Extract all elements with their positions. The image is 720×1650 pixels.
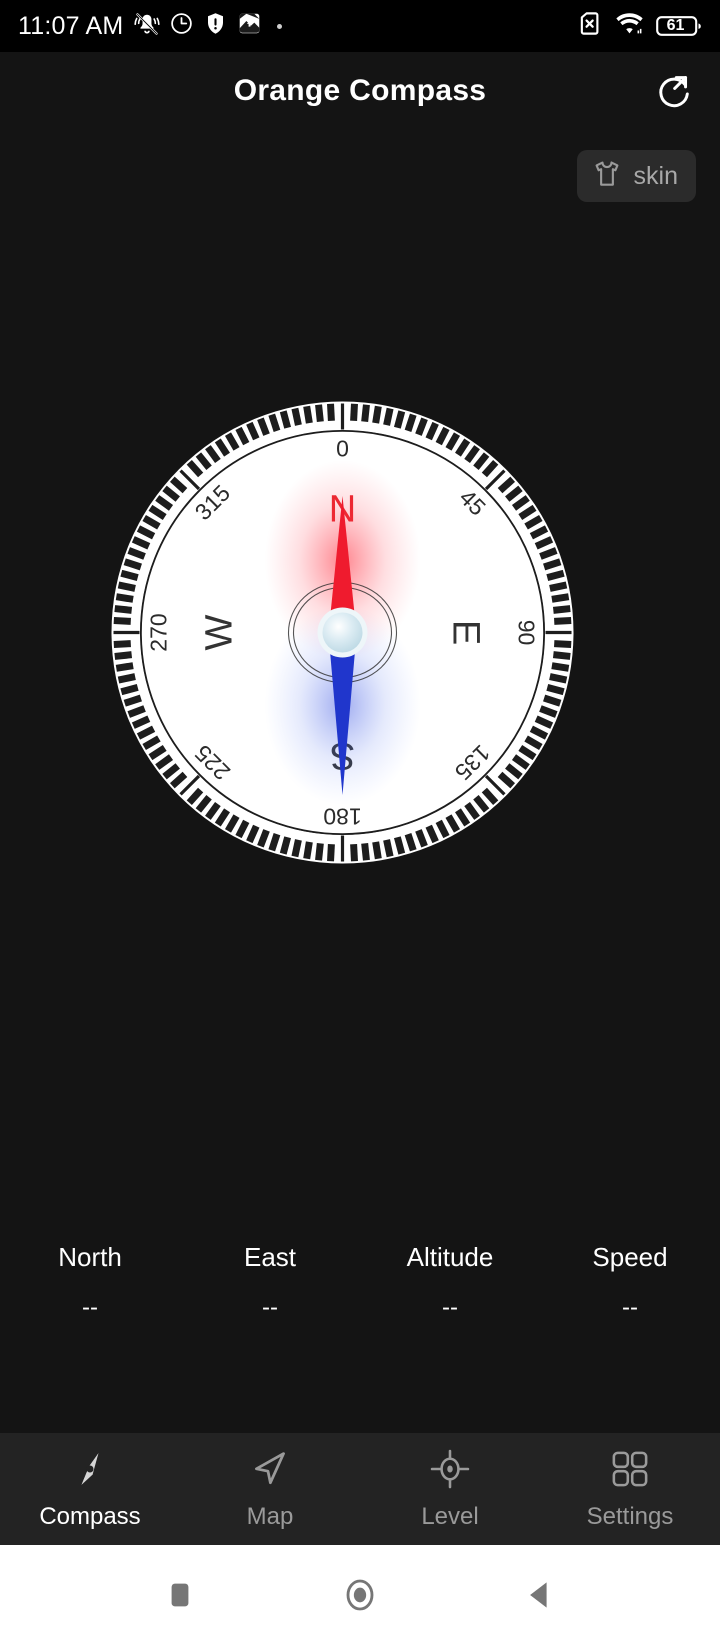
app-header: Orange Compass [0, 52, 720, 134]
degree-label: 180 [323, 804, 361, 830]
security-shield-icon [203, 11, 228, 41]
status-bar-right: 61 [576, 10, 702, 42]
skin-button-label: skin [633, 161, 678, 190]
back-button[interactable] [505, 1563, 575, 1633]
status-bar-clock: 11:07 AM [18, 11, 124, 40]
alarm-clock-icon [169, 11, 194, 41]
readout-value: -- [622, 1294, 638, 1321]
status-bar: 11:07 AM 61 [0, 0, 720, 52]
readout-label: North [58, 1242, 122, 1272]
tshirt-icon [591, 158, 623, 195]
readout-label: East [243, 1242, 297, 1272]
system-navigation-bar [0, 1545, 720, 1650]
compass-needle-icon [68, 1447, 112, 1496]
recents-button[interactable] [145, 1563, 215, 1633]
bottom-navigation: Compass Map Level Settings [0, 1433, 720, 1545]
nav-item-map[interactable]: Map [180, 1447, 360, 1531]
app-notification-icon [237, 11, 262, 41]
degree-label: 270 [146, 613, 172, 651]
home-button[interactable] [325, 1563, 395, 1633]
app-screen: 11:07 AM 61 Orange Compass skin 0 45 90 … [0, 0, 720, 1650]
back-triangle-icon [522, 1577, 558, 1618]
readout-east: East -- [180, 1240, 360, 1322]
page-title: Orange Compass [233, 74, 487, 107]
nav-item-level[interactable]: Level [360, 1447, 540, 1531]
skin-button[interactable]: skin [576, 150, 696, 202]
nav-item-settings[interactable]: Settings [540, 1447, 720, 1531]
readout-value: -- [262, 1294, 278, 1321]
share-button[interactable] [650, 72, 698, 120]
home-circle-icon [340, 1575, 380, 1620]
nav-label: Map [246, 1503, 294, 1530]
battery-level-text: 61 [666, 17, 685, 34]
readouts-row: North -- East -- Altitude -- Speed -- [0, 1240, 720, 1322]
degree-label: 0 [336, 436, 349, 462]
readout-label: Speed [592, 1242, 668, 1272]
nav-label: Settings [586, 1503, 674, 1530]
degree-label: 90 [514, 620, 540, 646]
grid-squares-icon [608, 1447, 652, 1496]
compass-svg: 04590135180225270315 NESW [111, 401, 574, 864]
readout-north: North -- [0, 1240, 180, 1322]
nav-label: Compass [39, 1503, 141, 1530]
vibrate-off-icon [134, 11, 160, 42]
battery-icon: 61 [656, 13, 702, 39]
readout-value: -- [82, 1294, 98, 1321]
status-bar-left: 11:07 AM [18, 11, 283, 42]
more-dot-icon [277, 23, 283, 29]
readout-speed: Speed -- [540, 1240, 720, 1322]
nav-label: Level [421, 1503, 479, 1530]
cardinal-label-e: E [445, 620, 487, 645]
crosshair-level-icon [428, 1447, 472, 1496]
readout-label: Altitude [406, 1242, 494, 1272]
compass-dial[interactable]: 04590135180225270315 NESW [110, 400, 575, 865]
share-rotate-icon [653, 73, 695, 120]
no-sim-icon [576, 10, 603, 42]
navigation-arrow-icon [248, 1447, 292, 1496]
needle-cap [322, 612, 363, 653]
readout-altitude: Altitude -- [360, 1240, 540, 1322]
recents-square-icon [162, 1577, 198, 1618]
cardinal-label-w: W [199, 614, 241, 650]
readout-value: -- [442, 1294, 458, 1321]
wifi-icon [615, 10, 644, 42]
nav-item-compass[interactable]: Compass [0, 1447, 180, 1531]
